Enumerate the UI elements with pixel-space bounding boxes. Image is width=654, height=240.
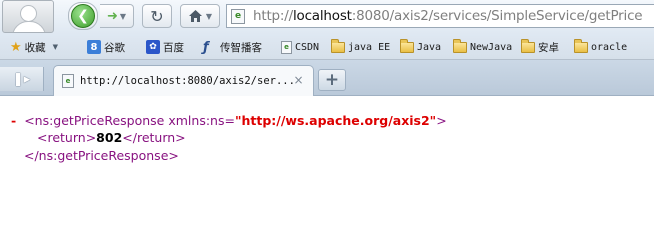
bookmark-baidu[interactable]: ✿ 百度 <box>146 38 184 56</box>
tab-active[interactable]: e http://localhost:8080/axis2/ser... × <box>53 65 314 96</box>
baidu-icon: ✿ <box>146 40 160 54</box>
bookmark-folder-java[interactable]: Java <box>400 38 441 56</box>
home-icon <box>188 10 202 22</box>
forward-button[interactable]: ➜ ▼ <box>100 4 134 28</box>
bookmark-label: java EE <box>348 41 391 53</box>
folder-icon <box>453 39 467 53</box>
tab-list-button[interactable]: ❚▸ <box>0 67 44 91</box>
bookmark-label: 百度 <box>163 41 184 54</box>
page-icon: e <box>231 8 245 24</box>
bookmark-label: CSDN <box>295 41 320 53</box>
home-button[interactable]: ▼ <box>180 4 220 28</box>
bookmarks-bar: ★ 收藏 ▼ 8 谷歌 ✿ 百度 ƒ 传智播客 e CSDN java EE J… <box>0 34 654 60</box>
back-button[interactable]: ❮ <box>68 2 98 30</box>
bookmark-label: 安卓 <box>538 41 559 54</box>
chevron-down-icon: ▼ <box>52 43 59 51</box>
collapse-toggle[interactable]: - <box>11 113 16 128</box>
bookmark-folder-java-ee[interactable]: java EE <box>331 38 390 56</box>
folder-icon <box>574 39 588 53</box>
page-icon: e <box>62 74 74 88</box>
address-bar[interactable]: e http://localhost:8080/axis2/services/S… <box>226 4 654 28</box>
bookmark-label: NewJava <box>470 41 513 53</box>
bookmark-folder-android[interactable]: 安卓 <box>521 38 559 56</box>
bookmark-favorites[interactable]: ★ 收藏 ▼ <box>10 38 58 56</box>
back-arrow-icon: ❮ <box>71 4 95 28</box>
close-icon[interactable]: × <box>292 74 305 87</box>
bookmark-label: 收藏 <box>24 41 46 54</box>
xml-price-value: 802 <box>96 130 123 145</box>
xml-root-open-tag: <ns:getPriceResponse <box>24 113 165 128</box>
forward-arrow-icon: ➜ <box>106 8 118 24</box>
folder-icon <box>400 39 414 53</box>
page-icon: e <box>281 40 292 54</box>
xml-root-close-tag: </ns:getPriceResponse> <box>24 148 179 163</box>
bookmark-label: Java <box>417 41 442 53</box>
folder-icon <box>521 39 535 53</box>
home-dropdown-icon[interactable]: ▼ <box>206 12 212 21</box>
bookmark-folder-oracle[interactable]: oracle <box>574 38 627 56</box>
address-text[interactable]: http://localhost:8080/axis2/services/Sim… <box>253 8 643 24</box>
bookmark-label: oracle <box>591 41 628 53</box>
avatar-head-shape <box>20 5 37 22</box>
tab-title: http://localhost:8080/axis2/ser... <box>80 75 295 87</box>
bookmark-google[interactable]: 8 谷歌 <box>87 38 125 56</box>
user-avatar[interactable] <box>2 0 54 33</box>
xml-tag-end: > <box>436 113 447 128</box>
xml-root-open-line: - <ns:getPriceResponse xmlns:ns="http://… <box>11 113 447 128</box>
chuanzhi-icon: ƒ <box>203 39 209 55</box>
xml-attribute-name: xmlns:ns= <box>168 113 235 128</box>
avatar-shoulders-shape <box>12 21 46 32</box>
navigation-toolbar: ❮ ➜ ▼ ↻ ▼ e http://localhost:8080/axis2/… <box>0 0 654 34</box>
google-icon: 8 <box>87 40 101 54</box>
address-prefix: http:// <box>253 8 293 24</box>
bookmark-label: 谷歌 <box>104 41 125 54</box>
xml-document-view: - <ns:getPriceResponse xmlns:ns="http://… <box>0 96 654 206</box>
reload-icon: ↻ <box>150 6 164 26</box>
bookmark-csdn[interactable]: e CSDN <box>281 38 319 56</box>
xml-attribute-value: "http://ws.apache.org/axis2" <box>234 113 437 128</box>
folder-icon <box>331 39 345 53</box>
reload-button[interactable]: ↻ <box>142 4 172 28</box>
tab-strip: ❚▸ e http://localhost:8080/axis2/ser... … <box>0 60 654 96</box>
xml-child-line: <return>802</return> <box>37 130 186 145</box>
star-icon: ★ <box>10 39 22 55</box>
bookmark-chuanzhi[interactable]: ƒ 传智播客 <box>203 38 262 56</box>
xml-child-close-tag: </return> <box>122 130 186 145</box>
xml-root-close-line: </ns:getPriceResponse> <box>24 148 179 163</box>
address-host: localhost <box>292 8 352 24</box>
bookmark-folder-newjava[interactable]: NewJava <box>453 38 512 56</box>
address-path: :8080/axis2/services/SimpleService/getPr… <box>351 8 643 24</box>
tab-list-icon: ❚▸ <box>12 71 31 87</box>
new-tab-button[interactable]: + <box>318 69 346 91</box>
plus-icon: + <box>324 69 340 90</box>
xml-child-open-tag: <return> <box>37 130 97 145</box>
history-dropdown-icon[interactable]: ▼ <box>120 12 126 21</box>
bookmark-label: 传智播客 <box>220 41 262 54</box>
